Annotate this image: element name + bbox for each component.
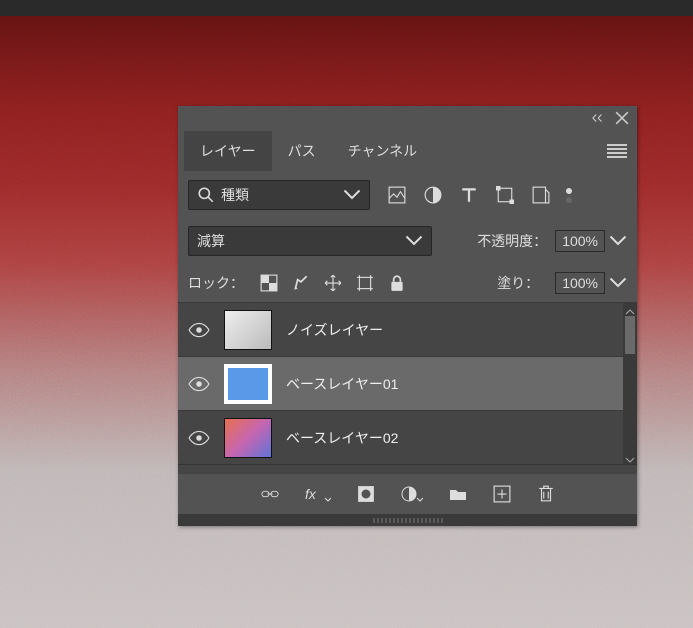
new-layer-icon[interactable] xyxy=(493,485,511,503)
opacity-field[interactable]: 100% xyxy=(555,230,627,252)
layer-thumbnail[interactable] xyxy=(224,310,272,350)
layer-fx-icon[interactable]: fx xyxy=(305,485,331,503)
layers-scrollbar[interactable] xyxy=(623,302,637,464)
collapse-icon[interactable] xyxy=(591,111,605,125)
adjustment-layer-icon[interactable] xyxy=(401,485,423,503)
layers-footer-divider xyxy=(178,464,637,474)
svg-text:fx: fx xyxy=(305,486,317,502)
layer-row[interactable]: ベースレイヤー01 xyxy=(178,356,637,410)
filter-label: 種類 xyxy=(221,185,249,205)
layer-thumbnail[interactable] xyxy=(224,418,272,458)
layer-row[interactable]: ベースレイヤー02 xyxy=(178,410,637,464)
lock-label: ロック： xyxy=(188,273,244,293)
lock-transparency-icon[interactable] xyxy=(260,274,278,292)
scrollbar-thumb[interactable] xyxy=(625,316,635,354)
layer-name: ベースレイヤー01 xyxy=(286,374,398,394)
filter-row: 種類 xyxy=(178,172,637,218)
lock-position-icon[interactable] xyxy=(324,274,342,292)
visibility-toggle-icon[interactable] xyxy=(188,373,210,395)
search-icon xyxy=(197,186,215,204)
new-group-icon[interactable] xyxy=(449,485,467,503)
chevron-down-icon xyxy=(609,274,627,292)
chevron-down-icon xyxy=(609,232,627,250)
lock-pixels-icon[interactable] xyxy=(292,274,310,292)
panel-titlebar xyxy=(178,106,637,130)
fill-value: 100% xyxy=(555,272,605,294)
chevron-down-icon xyxy=(405,232,423,250)
scroll-up-icon[interactable] xyxy=(625,304,635,314)
smartobject-filter-icon[interactable] xyxy=(532,186,550,204)
lock-all-icon[interactable] xyxy=(388,274,406,292)
opacity-label: 不透明度： xyxy=(477,231,547,251)
layers-panel: レイヤー パス チャンネル 種類 減算 不透明度： 100% xyxy=(178,106,637,526)
blend-row: 減算 不透明度： 100% xyxy=(178,218,637,264)
visibility-toggle-icon[interactable] xyxy=(188,427,210,449)
blend-mode-dropdown[interactable]: 減算 xyxy=(188,226,432,256)
chevron-down-icon xyxy=(343,186,361,204)
blend-mode-value: 減算 xyxy=(197,231,225,251)
delete-layer-icon[interactable] xyxy=(537,485,555,503)
panel-menu-icon[interactable] xyxy=(607,144,627,158)
visibility-toggle-icon[interactable] xyxy=(188,319,210,341)
panel-actions: fx xyxy=(178,474,637,514)
type-filter-icon[interactable] xyxy=(460,186,478,204)
layer-row[interactable]: ノイズレイヤー xyxy=(178,302,637,356)
shape-filter-icon[interactable] xyxy=(496,186,514,204)
layer-name: ベースレイヤー02 xyxy=(286,428,398,448)
adjustment-filter-icon[interactable] xyxy=(424,186,442,204)
fill-label: 塗り： xyxy=(497,273,539,293)
fill-field[interactable]: 100% xyxy=(555,272,627,294)
resize-handle[interactable] xyxy=(178,514,637,526)
tab-layers[interactable]: レイヤー xyxy=(184,131,272,171)
lock-artboard-icon[interactable] xyxy=(356,274,374,292)
filter-toggle[interactable] xyxy=(564,188,574,203)
layer-mask-icon[interactable] xyxy=(357,485,375,503)
filter-type-icons xyxy=(388,186,550,204)
close-icon[interactable] xyxy=(615,111,629,125)
tab-paths[interactable]: パス xyxy=(272,131,332,171)
layer-list: ノイズレイヤー ベースレイヤー01 ベースレイヤー02 xyxy=(178,302,637,464)
layer-thumbnail[interactable] xyxy=(224,364,272,404)
scroll-down-icon[interactable] xyxy=(625,452,635,462)
lock-row: ロック： 塗り： 100% xyxy=(178,264,637,302)
tab-channels[interactable]: チャンネル xyxy=(332,131,434,171)
pixel-filter-icon[interactable] xyxy=(388,186,406,204)
panel-tabs: レイヤー パス チャンネル xyxy=(178,130,637,172)
layer-filter-dropdown[interactable]: 種類 xyxy=(188,180,370,210)
layer-name: ノイズレイヤー xyxy=(286,320,383,340)
opacity-value: 100% xyxy=(555,230,605,252)
link-layers-icon[interactable] xyxy=(261,485,279,503)
